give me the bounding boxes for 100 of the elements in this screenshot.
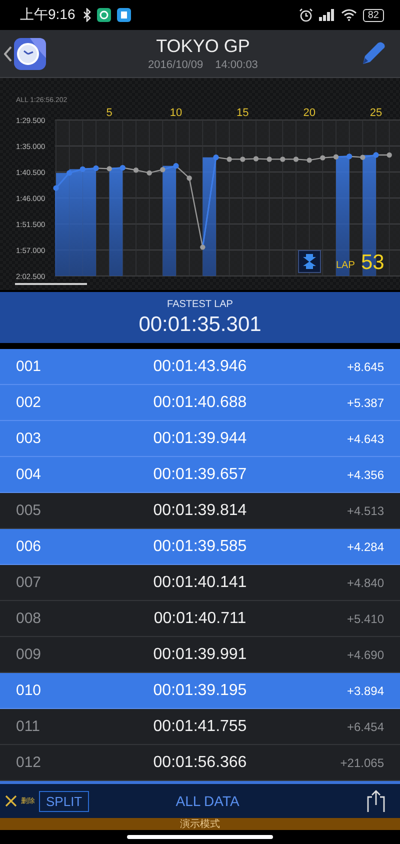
data-point xyxy=(226,156,232,162)
race-title: TOKYO GP xyxy=(156,36,250,57)
lap-row[interactable]: 008 00:01:40.711 +5.410 xyxy=(0,601,400,637)
lap-row[interactable]: 011 00:01:41.755 +6.454 xyxy=(0,709,400,745)
lap-row[interactable]: 003 00:01:39.944 +4.643 xyxy=(0,421,400,457)
all-data-button[interactable]: ALL DATA xyxy=(93,792,322,810)
data-point xyxy=(186,176,192,181)
lap-difference: +4.690 xyxy=(346,648,384,662)
battery-indicator: 82 xyxy=(362,8,384,22)
lap-row[interactable]: 002 00:01:40.688 +5.387 xyxy=(0,385,400,421)
lap-number: 010 xyxy=(16,682,42,699)
fastest-lap-time: 00:01:35.301 xyxy=(138,312,262,336)
data-point xyxy=(386,152,392,158)
lap-difference: +4.840 xyxy=(346,576,384,590)
data-point xyxy=(306,158,312,163)
lap-row[interactable]: 007 00:01:40.141 +4.840 xyxy=(0,565,400,601)
lap-number: 011 xyxy=(16,718,41,735)
best-data-point xyxy=(373,152,379,158)
watch-app-icon[interactable] xyxy=(14,38,46,70)
lap-label: LAP xyxy=(336,260,355,271)
x-axis-label: 5 xyxy=(106,107,112,119)
fastest-lap-label: FASTEST LAP xyxy=(167,298,233,310)
lap-time: 00:01:39.585 xyxy=(152,538,248,556)
wifi-icon xyxy=(340,9,357,21)
lap-difference: +4.284 xyxy=(346,540,384,554)
lap-difference: +21.065 xyxy=(339,756,384,770)
lap-difference: +3.894 xyxy=(346,684,384,698)
lap-difference: +4.356 xyxy=(346,468,384,482)
x-axis-label: 25 xyxy=(370,107,382,119)
data-point xyxy=(360,154,366,160)
data-point xyxy=(200,244,206,250)
share-icon[interactable] xyxy=(366,789,386,813)
lap-number: 005 xyxy=(16,502,42,519)
lap-time: 00:01:39.657 xyxy=(152,466,248,484)
lap-difference: +6.454 xyxy=(346,720,384,734)
lap-time: 00:01:40.711 xyxy=(152,610,248,628)
best-data-point xyxy=(346,154,352,160)
lap-difference: +5.387 xyxy=(346,396,384,410)
lap-time: 00:01:43.946 xyxy=(152,358,248,376)
zoom-toggle-icon[interactable] xyxy=(298,250,321,273)
lap-number: 008 xyxy=(16,610,42,627)
best-data-point xyxy=(213,154,219,160)
data-point xyxy=(133,168,139,173)
lap-number: 007 xyxy=(16,574,42,591)
split-button[interactable]: SPLIT xyxy=(39,790,90,812)
lap-number: 012 xyxy=(16,754,42,771)
lap-row[interactable]: 004 00:01:39.657 +4.356 xyxy=(0,457,400,493)
lap-difference: +8.645 xyxy=(346,360,384,374)
data-point xyxy=(333,154,339,160)
lap-number: 006 xyxy=(16,538,42,555)
scrollbar xyxy=(15,283,87,285)
data-point xyxy=(146,170,152,176)
demo-mode-label: 演示模式 xyxy=(180,818,220,831)
lap-row[interactable]: 006 00:01:39.585 +4.284 xyxy=(0,529,400,565)
lap-row[interactable]: 010 00:01:39.195 +3.894 xyxy=(0,673,400,709)
lap-row[interactable]: 009 00:01:39.991 +4.690 xyxy=(0,637,400,673)
best-data-point xyxy=(53,185,59,191)
best-data-point xyxy=(120,164,126,171)
data-point xyxy=(253,156,259,162)
lap-number: 002 xyxy=(16,394,42,411)
race-time: 14:00:03 xyxy=(215,59,258,71)
lap-row[interactable]: 005 00:01:39.814 +4.513 xyxy=(0,493,400,529)
data-point xyxy=(106,166,112,172)
data-point xyxy=(280,156,286,162)
lap-time: 00:01:40.688 xyxy=(152,394,248,412)
lap-difference: +5.410 xyxy=(346,612,384,626)
lap-difference: +4.643 xyxy=(346,432,384,446)
back-icon[interactable] xyxy=(4,46,12,62)
lap-time: 00:01:40.141 xyxy=(152,574,248,592)
data-point xyxy=(320,155,326,160)
close-icon[interactable] xyxy=(5,795,17,807)
pencil-icon[interactable] xyxy=(360,40,386,66)
lap-row[interactable]: 012 00:01:56.366 +21.065 xyxy=(0,745,400,781)
data-point xyxy=(266,156,272,162)
data-point xyxy=(240,156,246,162)
lap-time: 00:01:56.366 xyxy=(152,754,248,772)
best-data-point xyxy=(80,166,86,172)
data-point xyxy=(160,167,166,172)
alarm-icon xyxy=(298,8,313,22)
app-notification-icon xyxy=(117,8,132,22)
lap-number: 001 xyxy=(16,358,42,375)
lap-number: 003 xyxy=(16,430,42,447)
race-date: 2016/10/09 xyxy=(148,59,204,71)
data-point xyxy=(293,156,299,162)
x-axis-label: 15 xyxy=(236,107,249,119)
best-data-point xyxy=(66,170,72,176)
lap-row[interactable]: 001 00:01:43.946 +8.645 xyxy=(0,349,400,385)
best-data-point xyxy=(173,163,179,169)
status-time: 上午9:16 xyxy=(20,6,76,24)
lap-time: 00:01:41.755 xyxy=(152,718,248,736)
lap-time: 00:01:39.944 xyxy=(152,430,248,448)
lap-time: 00:01:39.814 xyxy=(152,502,248,520)
best-data-point xyxy=(93,165,99,172)
bluetooth-icon xyxy=(83,8,92,22)
x-axis-label: 20 xyxy=(303,107,316,119)
app-notification-icon xyxy=(97,8,112,22)
lap-count: 53 xyxy=(361,251,384,274)
lap-number: 009 xyxy=(16,646,42,663)
lap-difference: +4.513 xyxy=(346,504,384,518)
lap-time: 00:01:39.991 xyxy=(152,646,248,664)
